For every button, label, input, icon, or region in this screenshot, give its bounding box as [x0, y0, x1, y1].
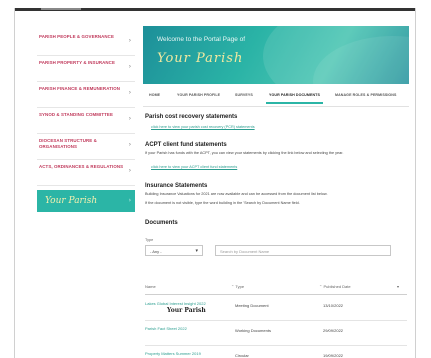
type-filter-select[interactable]: - Any - ▾ — [145, 245, 203, 256]
sidebar-item-label: SYNOD & STANDING COMMITTEE — [39, 112, 113, 117]
table-row: Property Matters Summer 2019 Circular 19… — [145, 346, 407, 358]
cost-recovery-heading: Parish cost recovery statements — [145, 114, 238, 120]
top-bar — [15, 8, 415, 11]
chevron-down-icon: ▾ — [195, 248, 198, 254]
type-filter-value: - Any - — [150, 249, 162, 254]
column-name[interactable]: Name — [145, 284, 156, 289]
sidebar-item-label: DIOCESAN STRUCTURE & ORGANISATIONS — [39, 138, 97, 149]
sidebar-item-synod[interactable]: SYNOD & STANDING COMMITTEE › — [37, 108, 135, 134]
chevron-right-icon: › — [128, 197, 131, 204]
table-row: Parish Fact Sheet 2022 Working Documents… — [145, 321, 407, 346]
insurance-body-2: If the document is not visible, type the… — [145, 201, 300, 205]
acpt-body: If your Parish has funds with the ACPT, … — [145, 151, 344, 155]
document-search-input[interactable]: Search by Document Name — [215, 245, 391, 256]
banner-welcome-text: Welcome to the Portal Page of — [157, 36, 246, 43]
portal-tabs: HOME YOUR PARISH PROFILE SURVEYS YOUR PA… — [143, 88, 409, 107]
sidebar-item-label: ACTS, ORDINANCES & REGULATIONS — [39, 164, 124, 169]
browser-frame: PARISH PEOPLE & GOVERNANCE › PARISH PROP… — [14, 8, 416, 358]
sidebar-item-parish-people[interactable]: PARISH PEOPLE & GOVERNANCE › — [37, 30, 135, 56]
sort-arrow-icon: ▾ — [397, 284, 400, 289]
chevron-right-icon: › — [128, 38, 131, 44]
column-type[interactable]: ⌃ Type — [231, 284, 244, 289]
sidebar-item-label: PARISH PROPERTY & INSURANCE — [39, 60, 115, 65]
tab-your-parish-profile[interactable]: YOUR PARISH PROFILE — [177, 93, 220, 97]
portal-banner: Welcome to the Portal Page of Your Paris… — [143, 26, 409, 84]
insurance-heading: Insurance Statements — [145, 183, 208, 189]
sidebar-item-acts[interactable]: ACTS, ORDINANCES & REGULATIONS › — [37, 160, 135, 186]
sidebar-brand-label: Your Parish — [45, 196, 98, 206]
sidebar-item-label: PARISH FINANCE & REMUNERATION — [39, 86, 121, 91]
sidebar-item-label: PARISH PEOPLE & GOVERNANCE — [39, 34, 114, 39]
document-date: 19/09/2022 — [323, 353, 344, 358]
document-date: 13/10/2022 — [323, 303, 344, 308]
sidebar: PARISH PEOPLE & GOVERNANCE › PARISH PROP… — [37, 30, 135, 212]
document-type: Meeting Document — [235, 303, 269, 308]
search-placeholder: Search by Document Name — [220, 249, 270, 254]
column-label: Type — [235, 284, 245, 289]
chevron-right-icon: › — [128, 64, 131, 70]
document-date: 29/09/2022 — [323, 328, 344, 333]
chevron-right-icon: › — [128, 116, 131, 122]
insurance-body-1: Building Insurance Valuations for 2021 a… — [145, 192, 328, 196]
document-type: Circular — [235, 353, 249, 358]
chevron-right-icon: › — [128, 168, 131, 174]
banner-parish-name: Your Parish — [157, 51, 244, 66]
tab-manage-roles[interactable]: MANAGE ROLES & PERMISSIONS — [335, 93, 397, 97]
parish-name-overlay: Your Parish — [167, 307, 206, 314]
documents-heading: Documents — [145, 220, 178, 226]
sidebar-item-parish-property[interactable]: PARISH PROPERTY & INSURANCE › — [37, 56, 135, 82]
table-header: Name ⌃ Type ⌃ Published Date ▾ — [145, 280, 407, 295]
chevron-right-icon: › — [128, 142, 131, 148]
column-label: Name — [145, 284, 156, 289]
document-link[interactable]: Parish Fact Sheet 2022 — [145, 326, 207, 331]
column-label: Published Date — [323, 284, 351, 289]
acpt-link[interactable]: click here to view your ACPT client fund… — [151, 165, 237, 169]
chevron-right-icon: › — [128, 90, 131, 96]
cost-recovery-link[interactable]: click here to view your parish cost reco… — [151, 125, 255, 129]
sidebar-item-diocesan[interactable]: DIOCESAN STRUCTURE & ORGANISATIONS › — [37, 134, 135, 160]
sidebar-item-parish-finance[interactable]: PARISH FINANCE & REMUNERATION › — [37, 82, 135, 108]
acpt-heading: ACPT client fund statements — [145, 142, 227, 148]
table-row: Lakes Global Interest Insight 2022 Meeti… — [145, 296, 407, 321]
document-type: Working Documents — [235, 328, 271, 333]
sidebar-item-your-parish[interactable]: Your Parish › — [37, 190, 135, 212]
document-link[interactable]: Property Matters Summer 2019 — [145, 351, 207, 356]
column-published-date[interactable]: ⌃ Published Date — [319, 284, 351, 289]
tab-surveys[interactable]: SURVEYS — [235, 93, 253, 97]
tab-home[interactable]: HOME — [149, 93, 160, 97]
tab-your-parish-documents[interactable]: YOUR PARISH DOCUMENTS — [266, 93, 323, 104]
type-filter-label: Type — [145, 238, 154, 242]
document-link[interactable]: Lakes Global Interest Insight 2022 — [145, 301, 207, 306]
